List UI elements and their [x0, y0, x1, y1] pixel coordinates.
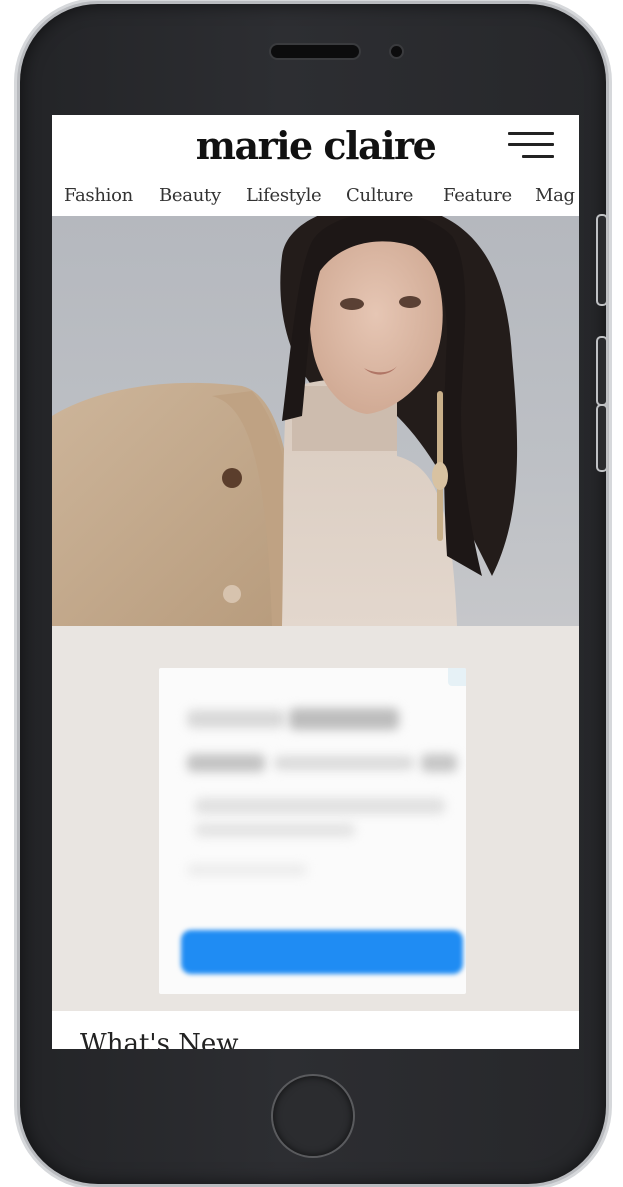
ad-blurred-text — [274, 756, 414, 770]
ad-blurred-text — [195, 823, 355, 837]
ad-blurred-text — [421, 754, 457, 772]
hero-photo-illustration — [52, 216, 518, 626]
volume-up-button — [598, 338, 606, 404]
hamburger-menu-icon[interactable] — [508, 130, 556, 160]
nav-item-lifestyle[interactable]: Lifestyle — [246, 185, 322, 206]
volume-down-button — [598, 406, 606, 470]
category-nav: Fashion Beauty Lifestyle Culture Feature… — [52, 181, 579, 215]
nav-item-beauty[interactable]: Beauty — [159, 185, 221, 206]
ad-blurred-text — [195, 798, 445, 814]
section-title: What's New — [80, 1029, 239, 1049]
advertisement-area — [52, 626, 579, 1011]
hero-image[interactable] — [52, 216, 579, 626]
site-logo[interactable]: marie claire — [52, 121, 579, 171]
front-camera — [391, 46, 402, 57]
nav-item-feature[interactable]: Feature — [443, 185, 512, 206]
ad-cta-button[interactable] — [181, 930, 463, 974]
site-header: marie claire — [52, 115, 579, 177]
nav-item-fashion[interactable]: Fashion — [64, 185, 133, 206]
home-button[interactable] — [273, 1076, 353, 1156]
speaker-grille — [271, 45, 359, 58]
ad-choices-icon[interactable] — [448, 668, 466, 686]
whats-new-section: What's New — [52, 1011, 579, 1049]
nav-item-magazine[interactable]: Mag — [535, 185, 575, 206]
ad-blurred-text — [289, 708, 399, 730]
phone-screen: marie claire Fashion Beauty Lifestyle Cu… — [52, 115, 579, 1049]
ad-blurred-text — [187, 710, 285, 728]
ad-blurred-text — [187, 754, 265, 772]
power-button — [598, 216, 606, 304]
nav-item-culture[interactable]: Culture — [346, 185, 413, 206]
ad-card[interactable] — [159, 668, 466, 994]
ad-blurred-text — [187, 864, 307, 876]
